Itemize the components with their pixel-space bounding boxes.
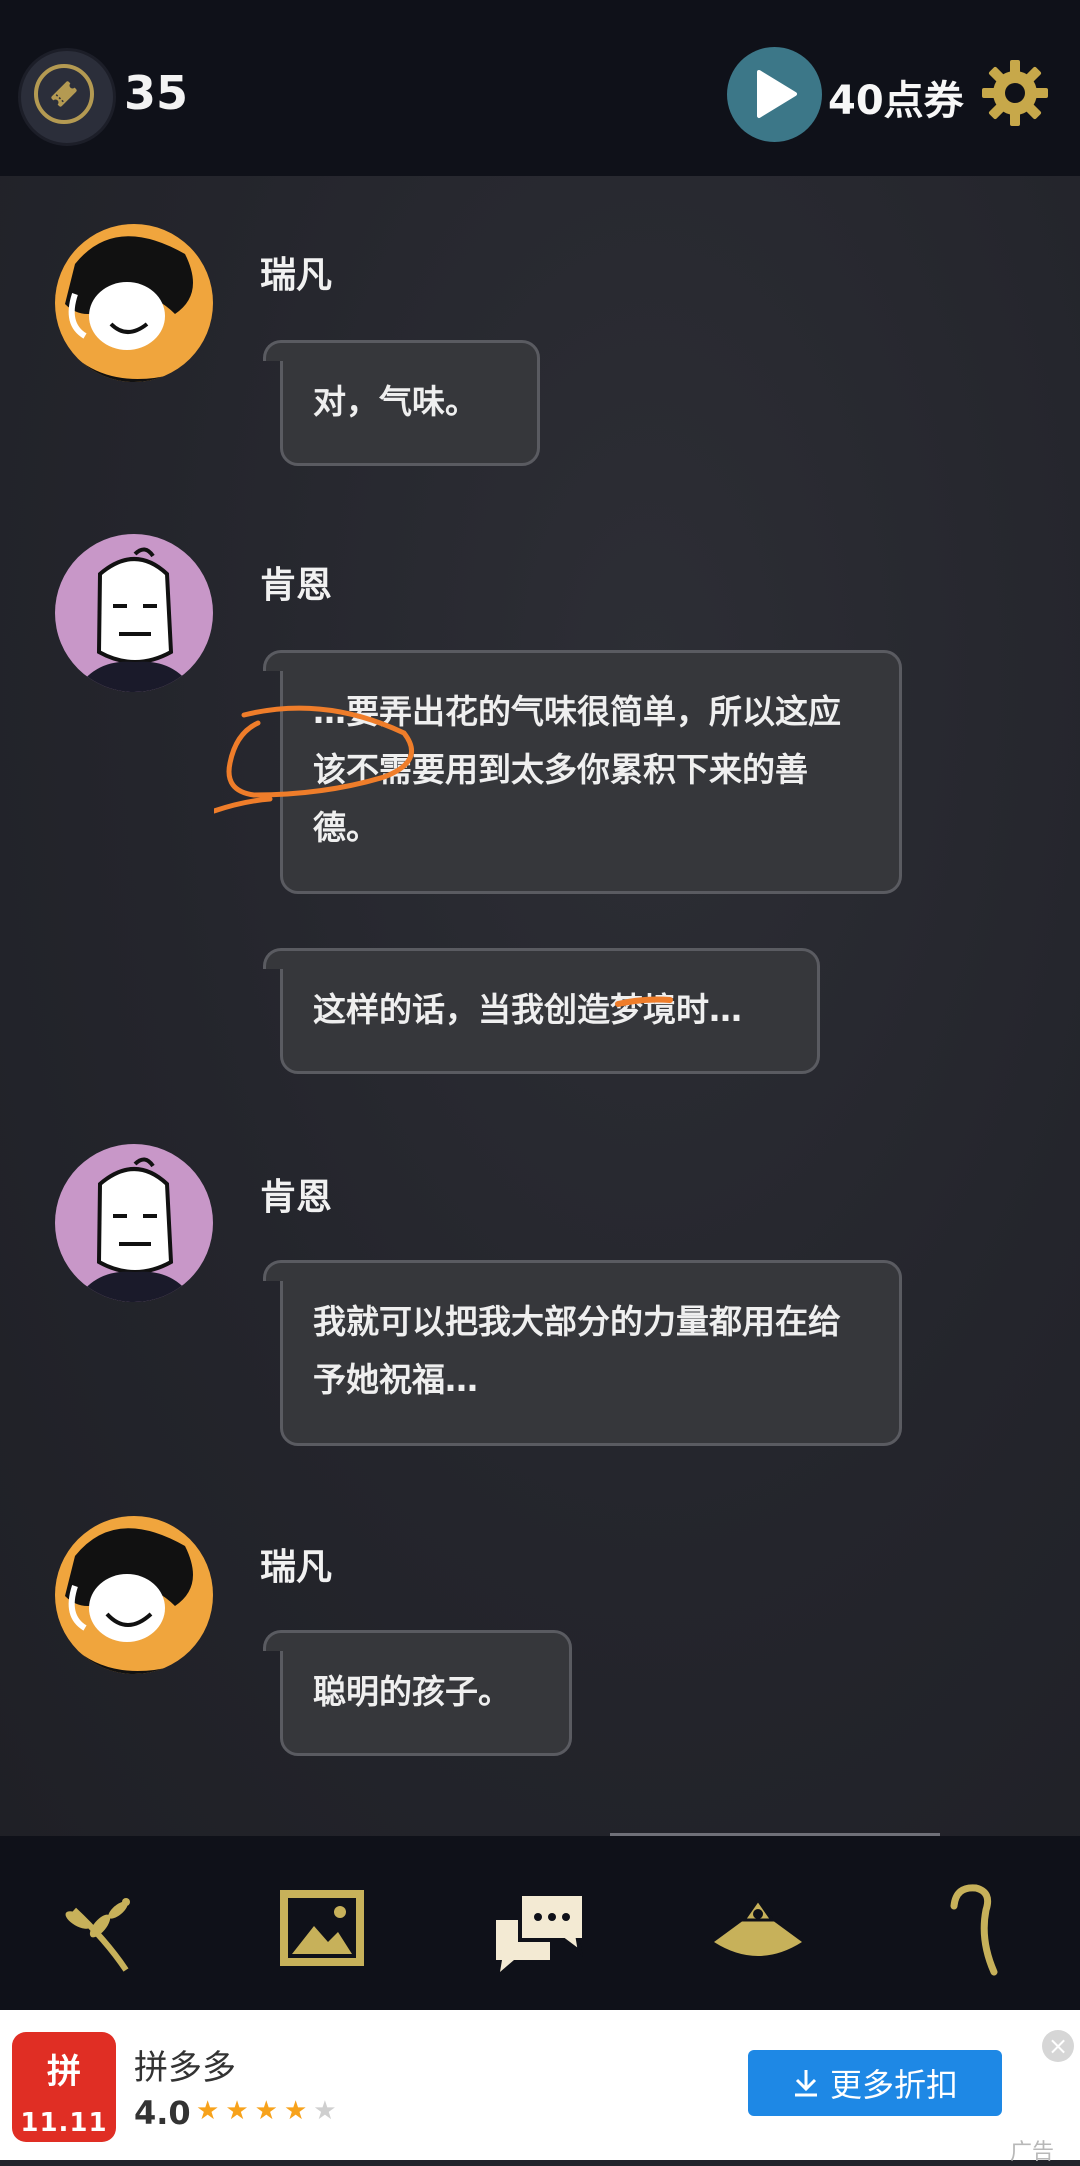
star-icon: ★ <box>196 2096 226 2126</box>
star-icon: ★ <box>254 2096 284 2126</box>
ad-tag: 广告 <box>1010 2140 1055 2165</box>
ticket-count: 35 <box>124 66 189 120</box>
logo-text: 拼 <box>47 2052 81 2092</box>
star-icon: ★ <box>313 2096 343 2126</box>
ad-app-name: 拼多多 <box>134 2048 236 2088</box>
play-icon <box>757 70 797 118</box>
bottom-nav <box>0 1836 1080 2010</box>
gear-icon[interactable] <box>980 58 1050 128</box>
speaker-name: 肯恩 <box>260 1177 333 1218</box>
avatar-kenn <box>55 534 213 692</box>
nav-chat[interactable] <box>490 1880 590 1980</box>
hat-icon <box>714 1897 802 1956</box>
nav-cane[interactable] <box>926 1880 1026 1980</box>
gallery-icon <box>280 1890 364 1966</box>
close-ad-icon[interactable]: × <box>1042 2030 1074 2062</box>
app-logo: 拼 11.11 <box>12 2032 116 2142</box>
download-icon <box>794 2070 817 2097</box>
message-bubble: 对，气味。 <box>263 340 540 466</box>
underline-annotation <box>615 996 673 1007</box>
cane-icon <box>950 1884 998 1976</box>
chat-icon <box>496 1892 586 1972</box>
logo-date: 11.11 <box>20 2108 108 2138</box>
speaker-name: 肯恩 <box>260 565 333 606</box>
message-bubble: 聪明的孩子。 <box>263 1630 572 1756</box>
nav-branch[interactable] <box>56 1880 156 1980</box>
ticket-button[interactable] <box>18 48 116 146</box>
ticket-icon <box>34 64 94 124</box>
avatar-ruifan <box>55 224 213 382</box>
message-bubble: 我就可以把我大部分的力量都用在给予她祝福… <box>263 1260 902 1446</box>
points-label: 40点券 <box>828 78 964 124</box>
more-discount-button[interactable]: 更多折扣 <box>748 2050 1002 2116</box>
star-icon: ★ <box>283 2096 314 2126</box>
branch-icon <box>65 1898 130 1972</box>
top-bar: 35 40点券 <box>0 0 1080 176</box>
more-discount-label: 更多折扣 <box>829 2066 958 2104</box>
nav-hat[interactable] <box>708 1880 808 1980</box>
star-icon: ★ <box>225 2096 255 2126</box>
speaker-name: 瑞凡 <box>260 255 333 296</box>
nav-gallery[interactable] <box>272 1880 372 1980</box>
avatar-kenn <box>55 1144 213 1302</box>
message-bubble: 这样的话，当我创造梦境时… <box>263 948 820 1074</box>
rating-stars: ★★★★★ <box>196 2096 343 2126</box>
play-video-button[interactable] <box>727 47 822 142</box>
highlight-circle-annotation <box>214 705 415 814</box>
ad-rating: 4.0 <box>134 2094 191 2132</box>
avatar-ruifan <box>55 1516 213 1674</box>
ad-banner[interactable]: 拼 11.11 拼多多 4.0 ★★★★★ 更多折扣 × 广告 <box>0 2010 1080 2165</box>
speaker-name: 瑞凡 <box>260 1547 333 1588</box>
chat-log[interactable]: 瑞凡 对，气味。 肯恩 …要弄出花的气味很简单，所以这应该不需要用到太多你累积下… <box>0 176 1080 1836</box>
